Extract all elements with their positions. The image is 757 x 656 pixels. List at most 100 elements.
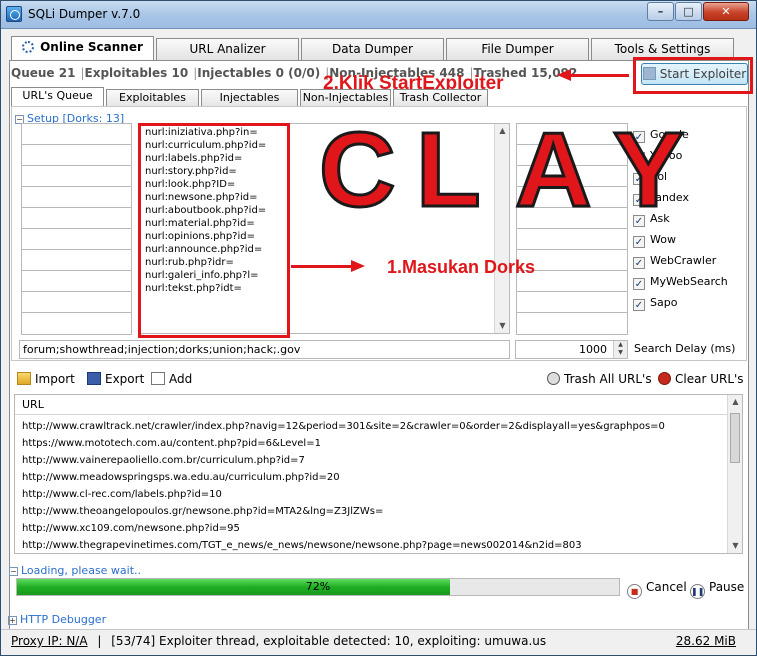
pause-button[interactable]: ❚❚ Pause [690,578,744,599]
grid-cell[interactable] [21,186,132,208]
scroll-up-icon[interactable]: ▲ [495,124,510,138]
pause-icon: ❚❚ [690,584,705,599]
progress-bar: 72% [16,578,620,596]
arrow-step2-head [557,69,571,81]
stat-exploitables: Exploitables 10 [84,66,189,80]
grid-cell[interactable] [21,249,132,271]
left-grid [21,123,132,335]
spinner-icon[interactable]: ▲ ▼ [613,341,627,358]
engine-mywebsearch[interactable]: ✓ MyWebSearch [633,275,728,291]
trash-all-label: Trash All URL's [564,372,652,386]
engine-wow[interactable]: ✓ Wow [633,233,676,249]
url-list: URL http://www.crawltrack.net/crawler/in… [14,394,743,554]
maximize-button[interactable]: □ [675,2,702,21]
close-button[interactable]: ✕ [703,2,749,21]
grid-cell[interactable] [21,291,132,313]
trash-all-button[interactable]: Trash All URL's [547,370,652,388]
exclude-filter-input[interactable]: forum;showthread;injection;dorks;union;h… [19,340,510,359]
subtab-injectables[interactable]: Injectables [201,89,298,106]
import-button[interactable]: Import [17,370,75,388]
status-bar: Proxy IP: N/A | [53/74] Exploiter thread… [1,629,756,655]
export-label: Export [105,372,145,386]
tab-file-dumper[interactable]: File Dumper [446,38,589,60]
engine-sapo[interactable]: ✓ Sapo [633,296,677,312]
http-debugger-label: HTTP Debugger [20,613,107,626]
arrow-step1-head [351,260,365,272]
table-row[interactable]: https://www.mototech.com.au/content.php?… [22,438,321,449]
table-row[interactable]: http://www.crawltrack.net/crawler/index.… [22,421,665,432]
subtab-exploitables[interactable]: Exploitables [106,89,199,106]
proxy-status: Proxy IP: N/A [11,634,88,648]
checkbox-icon[interactable]: ✓ [633,299,645,311]
engine-label: MyWebSearch [650,275,728,288]
progress-text: 72% [305,580,331,593]
loading-toggle[interactable]: − Loading, please wait.. [9,564,141,577]
collapse-icon: − [9,567,18,576]
scroll-down-icon[interactable]: ▼ [495,319,510,333]
http-debugger-toggle[interactable]: + HTTP Debugger [8,613,106,626]
arrow-step1-line [291,265,351,268]
checkbox-icon[interactable]: ✓ [633,257,645,269]
annotation-step1: 1.Masukan Dorks [387,257,536,277]
grid-cell[interactable] [516,312,628,335]
table-row[interactable]: http://www.theoangelopoulos.gr/newsone.p… [22,506,383,517]
scroll-up-icon[interactable]: ▲ [728,395,743,409]
clear-urls-label: Clear URL's [675,372,744,386]
app-icon [6,6,22,22]
search-delay-input[interactable]: 1000 ▲ ▼ [515,340,628,359]
table-row[interactable]: http://www.meadowspringsps.wa.edu.au/cur… [22,472,340,483]
table-row[interactable]: http://www.xc109.com/newsone.php?id=95 [22,523,240,534]
checkbox-icon[interactable]: ✓ [633,236,645,248]
status-message: [53/74] Exploiter thread, exploitable de… [111,634,547,648]
grid-cell[interactable] [21,312,132,335]
url-list-scrollbar[interactable]: ▲ ▼ [727,395,742,553]
engine-webcrawler[interactable]: ✓ WebCrawler [633,254,716,270]
dorks-highlight [138,123,290,338]
scroll-down-icon[interactable]: ▼ [728,539,743,553]
watermark-letter: C [318,111,398,229]
grid-cell[interactable] [21,228,132,250]
add-label: Add [169,372,193,386]
table-row[interactable]: http://www.vainerepaoliello.com.br/curri… [22,455,305,466]
subtab-trash-collector[interactable]: Trash Collector [393,89,488,106]
subtab-non-injectables[interactable]: Non-Injectables [300,89,391,106]
sub-tabs: URL's Queue Exploitables Injectables Non… [11,87,747,106]
cancel-button[interactable]: ■ Cancel [627,578,687,599]
grid-cell[interactable] [21,123,132,145]
tab-data-dumper[interactable]: Data Dumper [301,38,444,60]
dorks-scrollbar[interactable]: ▲ ▼ [494,124,509,333]
window-title: SQLi Dumper v.7.0 [28,7,141,21]
subtab-urls-queue[interactable]: URL's Queue [11,87,104,106]
document-add-icon [151,372,165,385]
engine-label: Wow [650,233,676,246]
grid-cell[interactable] [21,144,132,166]
tab-url-analizer[interactable]: URL Analizer [156,38,299,60]
save-icon [87,372,101,385]
table-row[interactable]: http://www.cl-rec.com/labels.php?id=10 [22,489,222,500]
export-button[interactable]: Export [87,370,144,388]
stat-queue: Queue 21 [11,66,76,80]
checkbox-icon[interactable]: ✓ [633,278,645,290]
memory-usage: 28.62 MiB [675,634,736,648]
pause-label: Pause [709,580,745,594]
arrow-step2-line [571,74,629,77]
scanner-icon [22,41,35,53]
url-column-header[interactable]: URL [15,395,742,415]
loading-label: Loading, please wait.. [21,564,142,577]
tab-online-scanner[interactable]: Online Scanner [11,36,154,60]
expand-icon: + [8,616,17,625]
table-row[interactable]: http://www.thegrapevinetimes.com/TGT_e_n… [22,540,582,551]
clear-urls-button[interactable]: Clear URL's [658,370,744,388]
add-button[interactable]: Add [151,370,192,388]
grid-cell[interactable] [21,207,132,229]
minimize-button[interactable]: – [647,2,674,21]
grid-cell[interactable] [516,291,628,313]
app-window: SQLi Dumper v.7.0 – □ ✕ Online Scanner U… [0,0,757,656]
cancel-label: Cancel [646,580,687,594]
scroll-thumb[interactable] [730,413,740,463]
grid-cell[interactable] [21,270,132,292]
watermark-letter: L [415,111,483,229]
grid-cell[interactable] [516,228,628,250]
grid-cell[interactable] [21,165,132,187]
search-delay-label: Search Delay (ms) [634,342,736,355]
